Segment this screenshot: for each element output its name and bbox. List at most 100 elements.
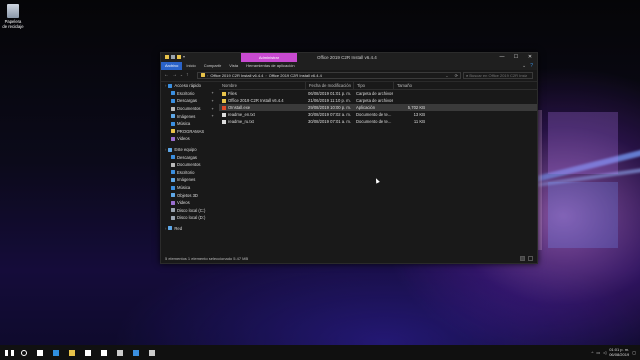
sidebar-item[interactable]: Videos (161, 199, 217, 207)
edge-icon (53, 349, 59, 356)
address-bar[interactable]: › Office 2019 C2R Install v6.4.4 › Offic… (197, 71, 461, 79)
recent-locations-icon[interactable]: ⌄ (180, 71, 183, 80)
taskbar-button[interactable] (48, 345, 64, 360)
sidebar-item[interactable]: › Este equipo (161, 146, 217, 154)
mail-icon (101, 349, 107, 356)
expand-ribbon-icon[interactable]: ⌄ (522, 62, 526, 70)
sidebar-item[interactable]: Objetos 3D (161, 191, 217, 199)
status-text: 5 elementos 1 elemento seleccionado 5.47… (165, 256, 249, 261)
sidebar-item[interactable]: › Acceso rápido (161, 82, 217, 90)
taskbar-button[interactable] (96, 345, 112, 360)
file-size-cell: 13 KB (413, 112, 425, 117)
taskbar-button[interactable] (144, 345, 160, 360)
column-header-type[interactable]: Tipo (353, 82, 393, 89)
sidebar-item[interactable]: Música (161, 120, 217, 128)
column-header-date[interactable]: Fecha de modificación (305, 82, 353, 89)
taskbar-button[interactable] (32, 345, 48, 360)
close-button[interactable]: ✕ (523, 53, 537, 62)
clock[interactable]: 01:01 p. m. 06/08/2019 (609, 347, 630, 357)
notifications-icon[interactable]: ▢ (632, 350, 636, 355)
sidebar-item[interactable]: Música (161, 184, 217, 192)
table-row[interactable]: readme_en.txt 30/08/2019 07:02 a. m. Docum… (219, 111, 537, 118)
text-file-icon (222, 120, 226, 124)
refresh-icon[interactable]: ⟳ (455, 73, 458, 78)
maximize-button[interactable]: ☐ (509, 53, 523, 62)
sidebar-item-label: PROGRAMAS (177, 128, 205, 134)
file-name: Files (228, 91, 237, 96)
taskbar-button[interactable] (80, 345, 96, 360)
desktop-icon (171, 91, 175, 96)
sidebar-item[interactable]: Videos (161, 135, 217, 143)
sidebar-item[interactable]: Imágenes ✦ (161, 112, 217, 120)
network-icon[interactable]: ▭ (596, 350, 600, 355)
taskbar-button[interactable] (64, 345, 80, 360)
search-input[interactable] (469, 72, 528, 78)
sidebar-item[interactable]: PROGRAMAS (161, 128, 217, 136)
sidebar-item[interactable]: Escritorio ✦ (161, 90, 217, 98)
taskbar-button[interactable] (0, 345, 16, 360)
volume-icon[interactable]: ◁ (603, 350, 606, 355)
sidebar-item[interactable]: Descargas (161, 153, 217, 161)
properties-icon[interactable] (171, 55, 175, 59)
star-icon (168, 83, 173, 88)
breadcrumb-separator-icon: › (207, 72, 209, 78)
large-icons-view-icon[interactable] (528, 256, 533, 261)
column-header-size[interactable]: Tamaño (393, 82, 427, 89)
tab-file[interactable]: Archivo (161, 62, 183, 70)
table-row[interactable]: Files 06/08/2019 01:01 p. m. Carpeta de ar… (219, 90, 537, 97)
sidebar-item[interactable]: Disco local (C:) (161, 207, 217, 215)
minimize-button[interactable]: — (495, 53, 509, 62)
chevron-right-icon[interactable]: › (165, 147, 166, 152)
music-icon (171, 121, 175, 126)
sidebar-item[interactable]: Escritorio (161, 169, 217, 177)
help-icon[interactable]: ? (530, 62, 533, 70)
chevron-right-icon[interactable]: › (165, 83, 166, 88)
taskbar-button[interactable] (128, 345, 144, 360)
sidebar-item[interactable]: Imágenes (161, 176, 217, 184)
search-box[interactable]: ⌕ (463, 71, 533, 79)
sidebar-item[interactable]: › Red (161, 225, 217, 233)
contextual-tab-manage[interactable]: Administrar (241, 53, 297, 62)
file-name: Office 2019 C2R Install v6.4.4 (228, 98, 284, 103)
drive-icon (171, 208, 175, 213)
clock-date: 06/08/2019 (609, 351, 630, 357)
sidebar-item[interactable]: Descargas ✦ (161, 97, 217, 105)
chevron-down-icon[interactable]: ▾ (183, 55, 186, 59)
taskbar-button[interactable] (16, 345, 32, 360)
sidebar-item-label: Escritorio (177, 169, 195, 175)
table-row[interactable]: readme_ru.txt 30/08/2019 07:01 a. m. Docum… (219, 118, 537, 125)
show-hidden-icons-icon[interactable]: ^ (591, 350, 593, 355)
tab-home[interactable]: Inicio (182, 62, 199, 70)
chevron-right-icon[interactable]: › (165, 226, 166, 231)
sidebar-item-label: Imágenes (177, 177, 196, 183)
file-name-cell: readme_ru.txt (219, 118, 305, 125)
details-view-icon[interactable] (520, 256, 525, 261)
taskbar: ^ ▭ ◁ 01:01 p. m. 06/08/2019 ▢ (0, 345, 640, 360)
sidebar-item-label: Descargas (177, 154, 198, 160)
breadcrumb-item[interactable]: Office 2019 C2R Install v6.4.4 (269, 73, 322, 78)
tab-view[interactable]: Vista (225, 62, 242, 70)
file-name: readme_ru.txt (228, 119, 254, 124)
sidebar-item[interactable]: Documentos (161, 161, 217, 169)
file-date-cell: 21/06/2019 11:10 p. m. (308, 98, 351, 103)
app-icon (222, 106, 226, 110)
column-header-name[interactable]: Nombre (219, 82, 305, 89)
tab-application-tools[interactable]: Herramientas de aplicación (242, 62, 298, 70)
address-bar-row: ← → ⌄ ↑ › Office 2019 C2R Install v6.4.4… (161, 70, 537, 82)
documents-icon (171, 106, 175, 111)
tab-share[interactable]: Compartir (200, 62, 226, 70)
new-folder-icon[interactable] (177, 55, 181, 59)
breadcrumb-item[interactable]: Office 2019 C2R Install v6.4.4 (210, 73, 263, 78)
table-row[interactable]: Office 2019 C2R Install v6.4.4 21/06/2019… (219, 97, 537, 104)
sidebar-item[interactable]: Documentos ✦ (161, 105, 217, 113)
forward-arrow-icon[interactable]: → (172, 71, 177, 80)
up-arrow-icon[interactable]: ↑ (186, 71, 189, 80)
address-dropdown-icon[interactable]: ⌄ (445, 73, 448, 78)
back-arrow-icon[interactable]: ← (164, 71, 169, 80)
sidebar-item[interactable]: Disco local (D:) (161, 214, 217, 222)
column-headers: Nombre Fecha de modificación Tipo Tamaño (219, 82, 537, 90)
videos-icon (171, 136, 175, 141)
taskbar-button[interactable] (112, 345, 128, 360)
table-row[interactable]: OInstall.exe 29/08/2019 10:00 p. m. Aplica… (219, 104, 537, 111)
recycle-bin-desktop-icon[interactable]: Papelera de reciclaje (2, 4, 24, 29)
